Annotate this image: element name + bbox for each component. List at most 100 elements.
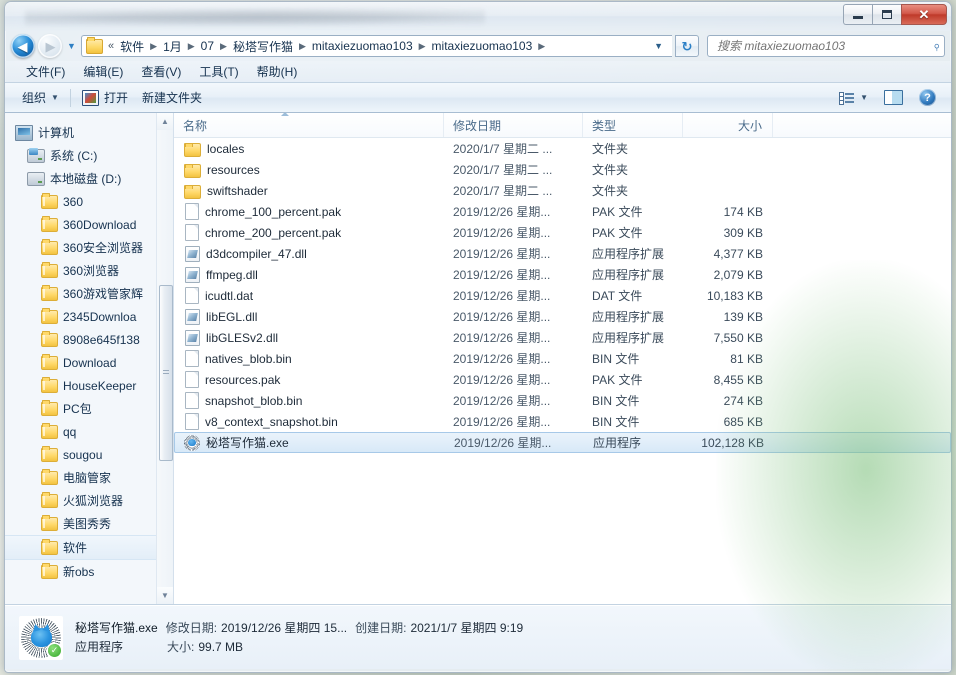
nav-item-5[interactable]: 360安全浏览器 [5,236,157,259]
organize-button[interactable]: 组织 ▼ [15,86,66,109]
breadcrumb-item-5[interactable]: mitaxiezuomao103 [430,38,535,54]
nav-item-label: 2345Downloa [63,309,137,324]
table-row[interactable]: chrome_200_percent.pak 2019/12/26 星期... PA… [174,222,951,243]
table-row[interactable]: swiftshader 2020/1/7 星期二 ... 文件夹 [174,180,951,201]
breadcrumb-separator-icon[interactable]: ▶ [415,41,430,52]
nav-item-6[interactable]: 360浏览器 [5,259,157,282]
cell-type: PAK 文件 [592,205,643,219]
table-row[interactable]: snapshot_blob.bin 2019/12/26 星期... BIN 文件 2… [174,390,951,411]
close-button[interactable]: ✕ [901,4,947,25]
nav-item-7[interactable]: 360游戏管家辉 [5,282,157,305]
table-row[interactable]: icudtl.dat 2019/12/26 星期... DAT 文件 10,183 K… [174,285,951,306]
history-dropdown-button[interactable]: ▼ [65,35,78,57]
cell-type: BIN 文件 [592,394,640,408]
change-view-button[interactable]: ▼ [832,88,875,108]
nav-item-16[interactable]: 火狐浏览器 [5,489,157,512]
table-row[interactable]: 秘塔写作猫.exe 2019/12/26 星期... 应用程序 102,128 KB [174,432,951,453]
minimize-button[interactable] [843,4,872,25]
help-button[interactable]: ? [912,86,943,109]
details-line-2: 应用程序 大小: 99.7 MB [75,638,523,657]
cell-type: 文件夹 [592,184,629,198]
drive-icon [27,172,45,186]
breadcrumb-item-1[interactable]: 1月 [161,37,184,56]
scroll-up-icon[interactable]: ▲ [157,113,173,130]
breadcrumb[interactable]: « 软件 ▶ 1月 ▶ 07 ▶ 秘塔写作猫 ▶ mitaxiezuomao10… [81,35,672,57]
table-row[interactable]: libEGL.dll 2019/12/26 星期... 应用程序扩展 139 KB [174,306,951,327]
nav-item-13[interactable]: qq [5,420,157,443]
back-button[interactable]: ◀ [11,34,35,58]
table-row[interactable]: locales 2020/1/7 星期二 ... 文件夹 [174,138,951,159]
table-row[interactable]: d3dcompiler_47.dll 2019/12/26 星期... 应用程序扩展… [174,243,951,264]
breadcrumb-separator-icon[interactable]: ▶ [146,41,161,52]
nav-item-11[interactable]: HouseKeeper [5,374,157,397]
cell-name: snapshot_blob.bin [174,390,444,411]
column-header-type[interactable]: 类型 [583,113,683,137]
maximize-button[interactable] [872,4,901,25]
nav-item-0[interactable]: 计算机 [5,121,157,144]
nav-item-9[interactable]: 8908e645f138 [5,328,157,351]
column-header-size[interactable]: 大小 [683,113,773,137]
nav-item-2[interactable]: 本地磁盘 (D:) [5,167,157,190]
cell-type: PAK 文件 [592,226,643,240]
exe-icon [184,434,200,451]
menu-help[interactable]: 帮助(H) [248,61,307,82]
nav-item-18[interactable]: 软件 [5,535,157,560]
nav-item-10[interactable]: Download [5,351,157,374]
folder-icon [41,308,58,324]
nav-item-19[interactable]: 新obs [5,560,157,583]
refresh-button[interactable]: ↻ [675,35,699,57]
breadcrumb-separator-icon[interactable]: ▶ [295,41,310,52]
nav-item-15[interactable]: 电脑管家 [5,466,157,489]
breadcrumb-separator-icon[interactable]: ▶ [216,41,231,52]
column-header-name[interactable]: 名称 [174,113,444,137]
breadcrumb-item-0[interactable]: 软件 [118,37,146,56]
menu-file[interactable]: 文件(F) [17,61,74,82]
folder-icon [41,400,58,416]
breadcrumb-separator-icon[interactable]: ▶ [184,41,199,52]
nav-item-17[interactable]: 美图秀秀 [5,512,157,535]
breadcrumb-item-4[interactable]: mitaxiezuomao103 [310,38,415,54]
table-row[interactable]: libGLESv2.dll 2019/12/26 星期... 应用程序扩展 7,550… [174,327,951,348]
menu-tools[interactable]: 工具(T) [190,61,247,82]
nav-item-1[interactable]: 系统 (C:) [5,144,157,167]
folder-icon [41,354,58,370]
table-row[interactable]: resources.pak 2019/12/26 星期... PAK 文件 8,455… [174,369,951,390]
breadcrumb-dropdown-icon[interactable]: ▼ [642,41,670,51]
breadcrumb-separator-icon[interactable]: ▶ [534,41,549,52]
forward-button[interactable]: ▶ [38,34,62,58]
nav-item-label: 360游戏管家辉 [63,287,144,301]
cell-date: 2019/12/26 星期... [453,394,551,408]
nav-item-3[interactable]: 360 [5,190,157,213]
scroll-down-icon[interactable]: ▼ [157,587,173,604]
table-row[interactable]: natives_blob.bin 2019/12/26 星期... BIN 文件 81… [174,348,951,369]
nav-item-4[interactable]: 360Download [5,213,157,236]
table-row[interactable]: ffmpeg.dll 2019/12/26 星期... 应用程序扩展 2,079 KB [174,264,951,285]
nav-item-12[interactable]: PC包 [5,397,157,420]
menu-view[interactable]: 查看(V) [132,61,190,82]
table-row[interactable]: chrome_100_percent.pak 2019/12/26 星期... PA… [174,201,951,222]
open-button[interactable]: 打开 [75,86,135,109]
navigation-scrollbar-thumb[interactable] [159,285,173,461]
breadcrumb-item-3[interactable]: 秘塔写作猫 [231,37,295,56]
show-preview-pane-button[interactable] [877,87,910,108]
navigation-scrollbar[interactable]: ▲ ▼ [156,113,173,604]
search-input[interactable] [715,38,933,54]
toolbar-divider [69,88,71,107]
menu-edit[interactable]: 编辑(E) [74,61,132,82]
menu-bar: 文件(F) 编辑(E) 查看(V) 工具(T) 帮助(H) [5,61,951,82]
cell-name: swiftshader [174,180,444,201]
command-toolbar: 组织 ▼ 打开 新建文件夹 ▼ ? [5,82,951,113]
column-header-date[interactable]: 修改日期 [444,113,583,137]
breadcrumb-item-2[interactable]: 07 [199,38,216,54]
cell-size: 139 KB [723,309,763,324]
nav-item-14[interactable]: sougou [5,443,157,466]
cell-date: 2020/1/7 星期二 ... [453,142,553,156]
search-box[interactable]: ⌕ [707,35,945,57]
breadcrumb-overflow-icon[interactable]: « [106,40,118,52]
table-row[interactable]: resources 2020/1/7 星期二 ... 文件夹 [174,159,951,180]
new-folder-button[interactable]: 新建文件夹 [135,86,209,109]
nav-item-8[interactable]: 2345Downloa [5,305,157,328]
table-row[interactable]: v8_context_snapshot.bin 2019/12/26 星期... B… [174,411,951,432]
cell-size: 102,128 KB [701,435,764,450]
file-name: chrome_100_percent.pak [205,204,342,219]
